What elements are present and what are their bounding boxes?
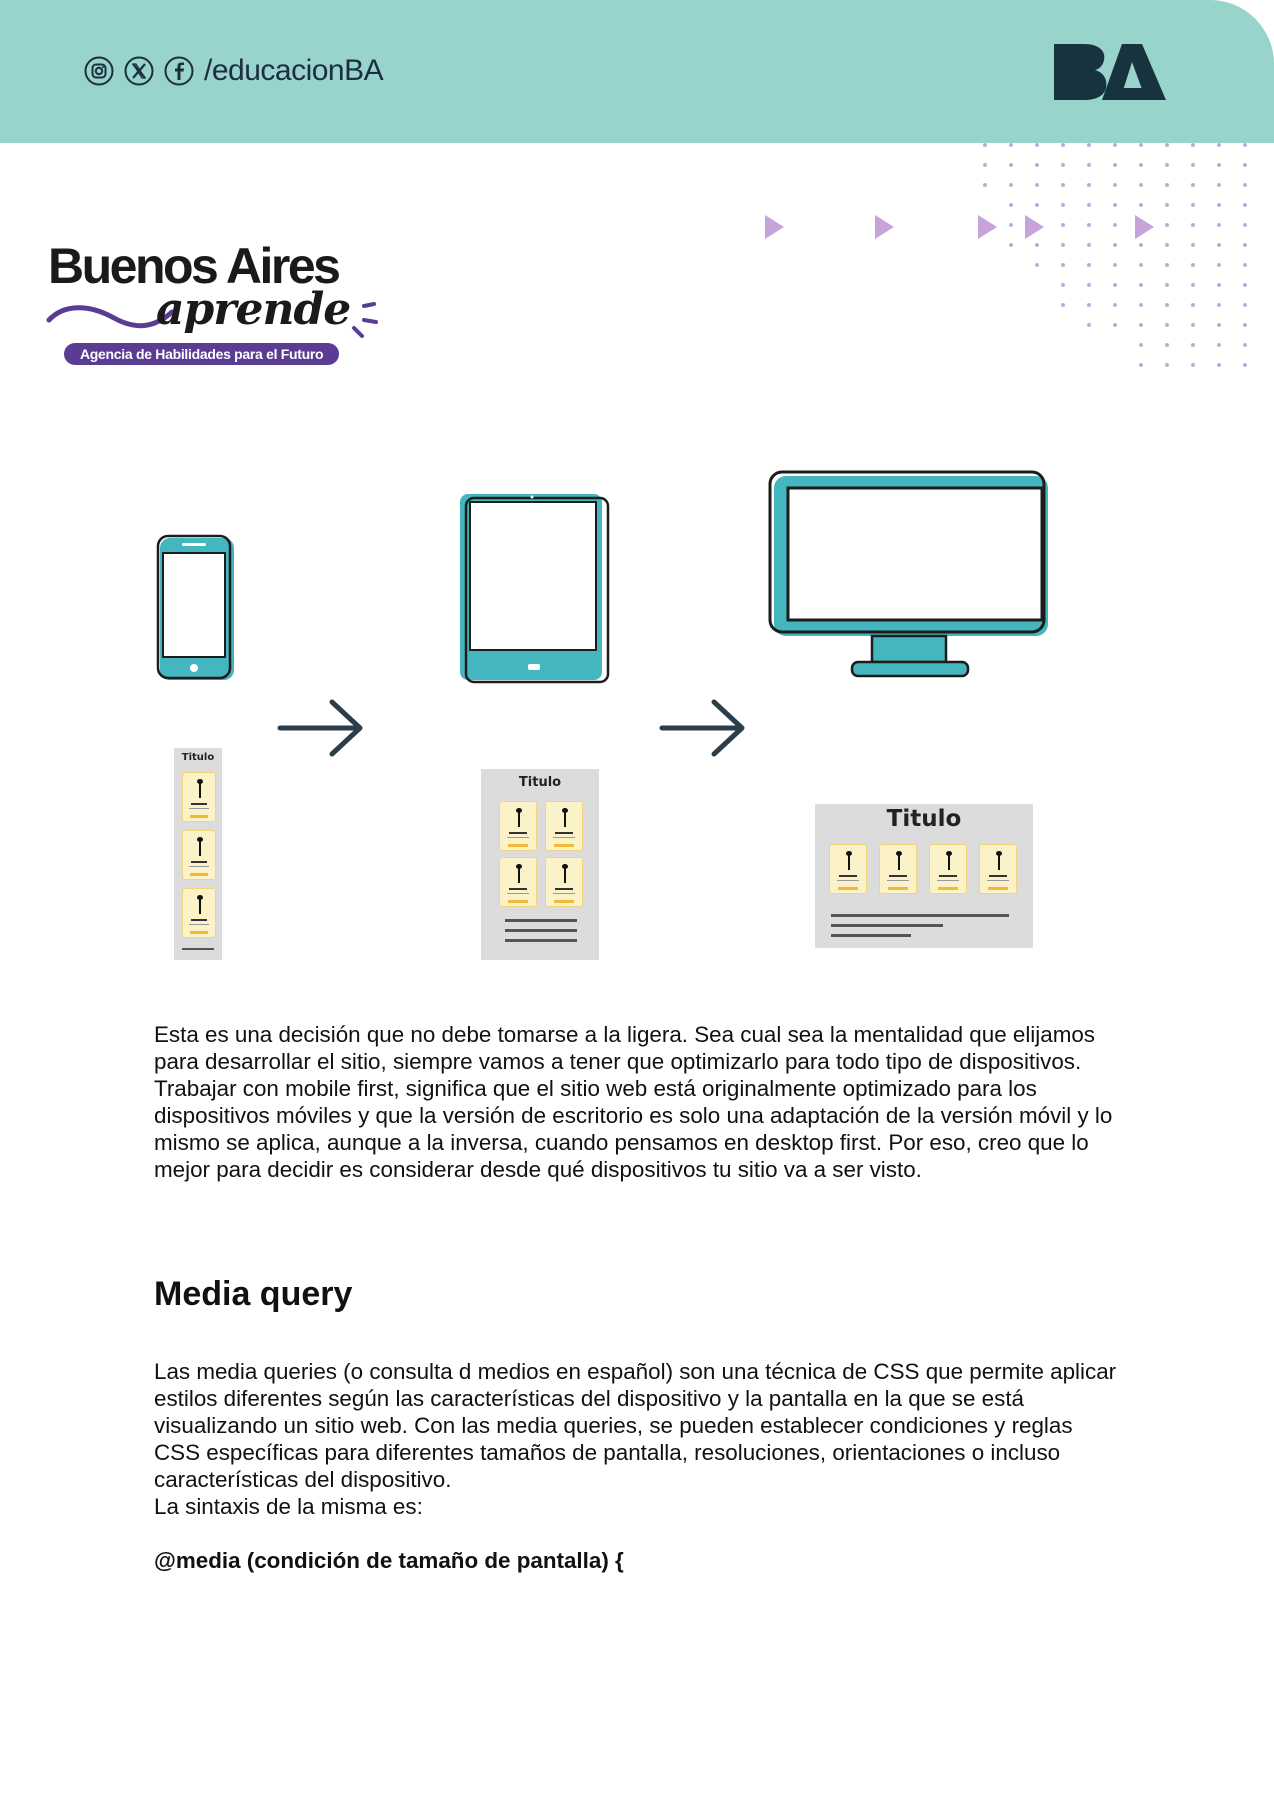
section-heading: Media query <box>154 1275 353 1313</box>
product-card <box>879 844 917 894</box>
desktop-monitor-icon <box>768 470 1048 678</box>
mockup-title: Titulo <box>886 806 962 832</box>
text-line <box>505 919 577 922</box>
product-card <box>979 844 1017 894</box>
arrow-right-icon <box>659 699 745 757</box>
product-card <box>499 801 537 851</box>
product-card <box>182 830 216 880</box>
logo-subtitle: aprende <box>156 284 351 335</box>
syntax-intro: La sintaxis de la misma es: <box>154 1494 423 1519</box>
text-line <box>831 934 911 937</box>
media-query-paragraph: Las media queries (o consulta d medios e… <box>154 1359 1117 1492</box>
intro-paragraph: Esta es una decisión que no debe tomarse… <box>154 1022 1113 1182</box>
text-line <box>831 914 1009 917</box>
mockup-title: Titulo <box>518 775 562 790</box>
social-links: /educacionBA <box>84 54 384 88</box>
social-handle[interactable]: /educacionBA <box>204 54 384 88</box>
arrow-right-icon <box>277 699 363 757</box>
product-card <box>182 888 216 938</box>
media-query-syntax: @media (condición de tamaño de pantalla)… <box>154 1548 624 1573</box>
logo-tagline: Agencia de Habilidades para el Futuro <box>64 343 340 365</box>
mobile-layout-mockup: Titulo <box>174 748 222 960</box>
decorative-dot-grid <box>983 143 1247 367</box>
mobile-phone-icon <box>156 534 234 680</box>
desktop-layout-mockup: Titulo <box>815 804 1033 948</box>
text-line <box>182 948 214 950</box>
product-card <box>182 772 216 822</box>
instagram-icon[interactable] <box>84 56 114 86</box>
product-card <box>545 801 583 851</box>
tablet-layout-mockup: Titulo <box>481 769 599 960</box>
text-line <box>831 924 943 927</box>
buenos-aires-aprende-logo: Buenos Aires aprende Agencia de Habilida… <box>44 238 384 368</box>
header-band: /educacionBA <box>0 0 1274 143</box>
product-card <box>545 857 583 907</box>
product-card <box>499 857 537 907</box>
product-card <box>929 844 967 894</box>
tablet-icon <box>460 494 610 684</box>
text-line <box>505 939 577 942</box>
text-line <box>505 929 577 932</box>
x-icon[interactable] <box>124 56 154 86</box>
decorative-triangles <box>765 215 1154 239</box>
responsive-design-diagram: Titulo Titulo Titulo <box>0 460 1274 980</box>
mockup-title: Titulo <box>181 752 215 763</box>
facebook-icon[interactable] <box>164 56 194 86</box>
ba-logo <box>1054 44 1166 100</box>
product-card <box>829 844 867 894</box>
